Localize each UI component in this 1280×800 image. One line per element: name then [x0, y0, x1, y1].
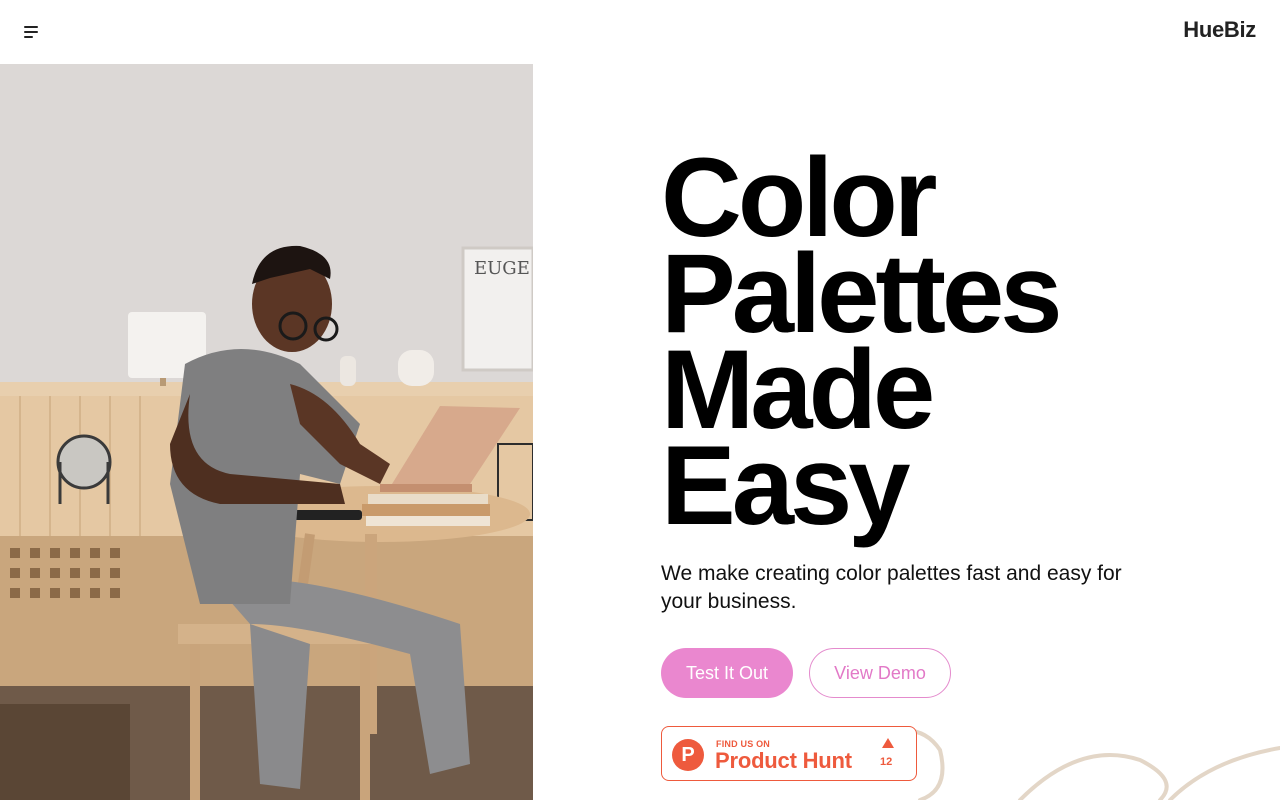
hero-photo: EUGE [0, 64, 533, 800]
triangle-up-icon [882, 738, 894, 748]
top-bar: HueBiz [0, 0, 1280, 64]
brand-logo[interactable]: HueBiz [1183, 17, 1256, 43]
hero-subtitle: We make creating color palettes fast and… [661, 562, 1122, 613]
hero-headline: Color Palettes Made Easy [661, 142, 1063, 548]
headline-line-4: Easy [661, 423, 911, 548]
product-hunt-name: Product Hunt [715, 748, 852, 773]
decorative-squiggle [880, 728, 1280, 800]
svg-text:EUGE: EUGE [474, 258, 530, 279]
menu-icon[interactable] [22, 24, 42, 40]
upvote-count: 12 [880, 756, 893, 768]
product-hunt-badge[interactable]: P FIND US ON Product Hunt 12 [661, 726, 917, 781]
view-demo-button[interactable]: View Demo [809, 648, 951, 698]
test-it-out-button[interactable]: Test It Out [661, 648, 793, 698]
product-hunt-logo-icon: P [672, 739, 704, 771]
